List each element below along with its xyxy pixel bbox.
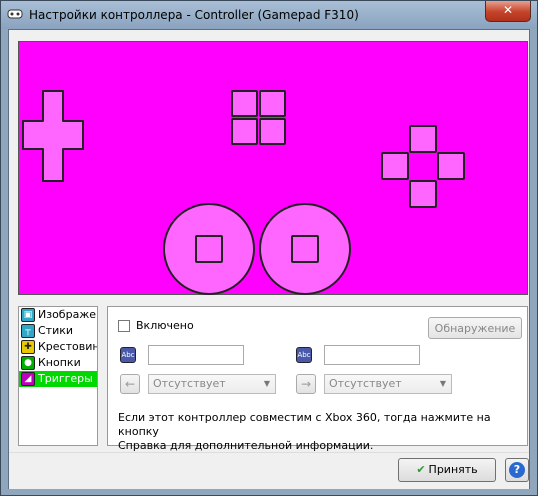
left-mapping-value: Отсутствует — [153, 377, 226, 390]
checkmark-icon: ✔ — [416, 463, 426, 476]
chevron-down-icon: ▼ — [263, 379, 270, 388]
settings-panel: Включено Обнаружение Abc Abc ← Отсутству… — [107, 306, 528, 452]
dpad-icon: ✚ — [21, 340, 35, 354]
accept-label: Принять — [428, 463, 478, 476]
face-button-bottom — [409, 180, 437, 208]
sidebar-item-image[interactable]: ▣ Изображение — [19, 307, 97, 323]
controller-preview — [18, 41, 528, 295]
sidebar-item-label: Изображение — [38, 308, 97, 321]
right-stick — [259, 203, 351, 295]
client-area: ▣ Изображение ┬ Стики ✚ Крестовина ● Кно… — [8, 29, 530, 489]
info-line-1: Если этот контроллер совместим с Xbox 36… — [118, 411, 491, 438]
help-icon: ? — [509, 462, 525, 478]
window-title: Настройки контроллера - Controller (Game… — [29, 8, 359, 22]
sidebar-item-triggers[interactable]: ◢ Триггеры — [19, 371, 97, 387]
face-button-left — [381, 152, 409, 180]
sidebar-item-sticks[interactable]: ┬ Стики — [19, 323, 97, 339]
face-button-top — [409, 125, 437, 153]
face-button-right — [437, 152, 465, 180]
left-stick — [163, 203, 255, 295]
buttons-icon: ● — [21, 356, 35, 370]
dpad-shape — [22, 90, 84, 182]
info-line-2: Справка для дополнительной информации. — [118, 439, 374, 452]
right-name-field[interactable] — [324, 345, 420, 365]
sidebar-item-label: Стики — [38, 324, 74, 337]
xbox-info-text: Если этот контроллер совместим с Xbox 36… — [118, 411, 518, 453]
left-name-field[interactable] — [148, 345, 244, 365]
left-stick-center — [195, 235, 223, 263]
center-button-2 — [259, 90, 286, 117]
right-mapping-value: Отсутствует — [329, 377, 402, 390]
text-label-icon: Abc — [296, 347, 312, 363]
close-button[interactable]: ✕ — [485, 1, 531, 22]
sidebar-item-label: Триггеры — [38, 372, 93, 385]
center-button-1 — [231, 90, 258, 117]
category-list: ▣ Изображение ┬ Стики ✚ Крестовина ● Кно… — [18, 306, 98, 446]
text-label-icon: Abc — [120, 347, 136, 363]
image-icon: ▣ — [21, 308, 35, 322]
accept-button[interactable]: ✔ Принять — [398, 458, 496, 482]
dialog-window: Настройки контроллера - Controller (Game… — [0, 0, 538, 496]
gamepad-icon — [7, 9, 23, 19]
center-button-3 — [231, 118, 258, 145]
stick-icon: ┬ — [21, 324, 35, 338]
enabled-label: Включено — [136, 319, 194, 332]
left-arrow-button[interactable]: ← — [120, 374, 140, 394]
enabled-checkbox[interactable] — [118, 320, 130, 332]
trigger-icon: ◢ — [21, 372, 35, 386]
right-mapping-select[interactable]: Отсутствует ▼ — [324, 374, 452, 394]
right-stick-center — [291, 235, 319, 263]
chevron-down-icon: ▼ — [439, 379, 446, 388]
sidebar-item-buttons[interactable]: ● Кнопки — [19, 355, 97, 371]
left-mapping-select[interactable]: Отсутствует ▼ — [148, 374, 276, 394]
sidebar-item-label: Кнопки — [38, 356, 81, 369]
title-bar: Настройки контроллера - Controller (Game… — [1, 1, 537, 29]
sidebar-item-label: Крестовина — [38, 340, 97, 353]
help-button[interactable]: ? — [505, 458, 529, 482]
sidebar-item-dpad[interactable]: ✚ Крестовина — [19, 339, 97, 355]
detect-button[interactable]: Обнаружение — [428, 317, 522, 339]
center-button-4 — [259, 118, 286, 145]
right-arrow-button[interactable]: → — [296, 374, 316, 394]
